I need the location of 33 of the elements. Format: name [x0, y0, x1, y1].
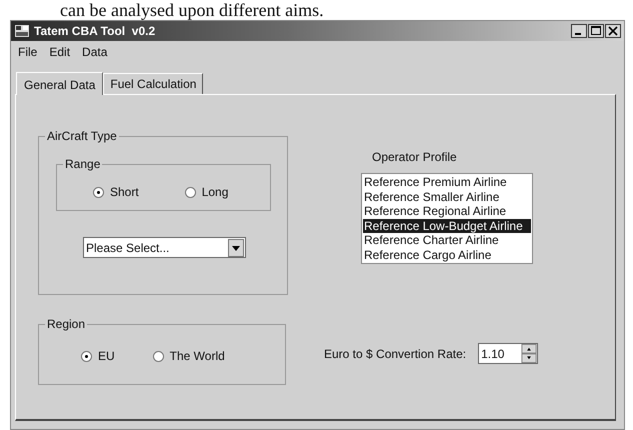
radio-label: Short	[110, 185, 139, 199]
menu-item[interactable]: File	[17, 45, 38, 59]
operator-profile-label: Operator Profile	[372, 150, 458, 164]
tab[interactable]: General Data	[16, 72, 104, 95]
list-item[interactable]: Reference Charter Airline	[363, 233, 531, 248]
group-title: Region	[46, 317, 86, 331]
list-item[interactable]: Reference Premium Airline	[363, 175, 531, 190]
radio-button[interactable]	[184, 186, 196, 198]
list-item[interactable]: Reference Regional Airline	[363, 204, 531, 218]
maximize-icon[interactable]	[588, 24, 604, 38]
menu-item[interactable]: Data	[81, 45, 108, 59]
group-title: AirCraft Type	[46, 129, 118, 143]
menu-item[interactable]: Edit	[48, 45, 72, 59]
group-title: Range	[64, 157, 102, 171]
window-title: Tatem CBA Tool v0.2	[34, 24, 156, 38]
spin-box[interactable]: 1.10	[478, 343, 538, 364]
app-icon	[14, 24, 30, 38]
close-icon[interactable]	[605, 24, 621, 38]
radio-button[interactable]	[93, 186, 104, 198]
list-item[interactable]: Reference Smaller Airline	[363, 190, 531, 204]
radio-label: The World	[170, 349, 225, 363]
spin-arrows-icon[interactable]	[521, 344, 538, 363]
tab[interactable]: Fuel Calculation	[103, 73, 204, 94]
conversion-rate-label: Euro to $ Convertion Rate:	[324, 346, 466, 360]
document-text: can be analysed upon different aims.	[59, 0, 325, 20]
dropdown[interactable]: Please Select...	[83, 237, 246, 258]
radio-label: Long	[202, 185, 228, 199]
radio-button[interactable]	[81, 350, 92, 362]
minimize-icon[interactable]	[571, 24, 587, 38]
list-item[interactable]: Reference Low-Budget Airline	[363, 218, 531, 233]
list-item[interactable]: Reference Cargo Airline	[363, 248, 531, 262]
radio-button[interactable]	[152, 350, 164, 362]
radio-label: EU	[98, 349, 115, 363]
